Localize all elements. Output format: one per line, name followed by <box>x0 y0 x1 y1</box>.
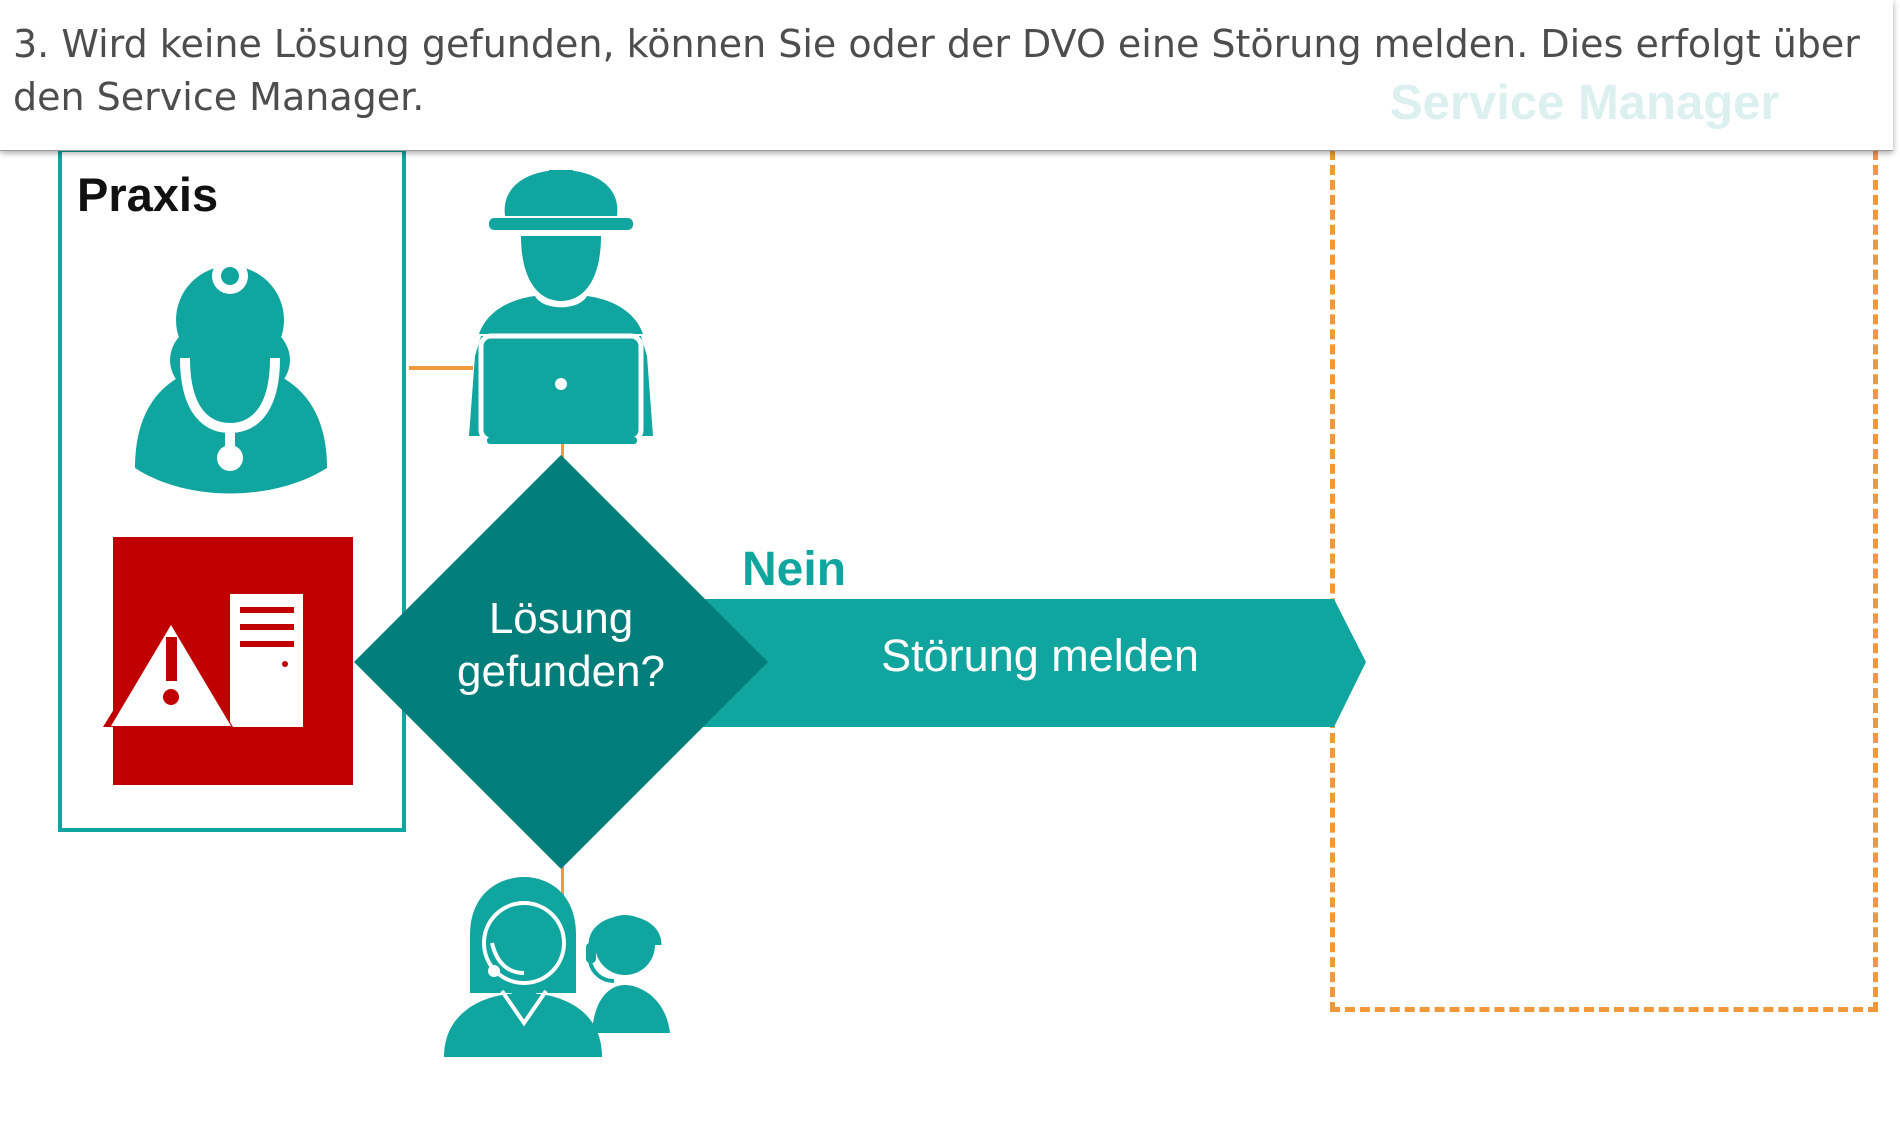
decision-label: Lösung gefunden? <box>457 594 665 696</box>
stoerung-melden-label: Störung melden <box>881 630 1199 681</box>
service-manager-box <box>1330 150 1878 1012</box>
support-agents-icon <box>444 877 670 1057</box>
praxis-label: Praxis <box>77 168 219 221</box>
nein-label: Nein <box>742 543 847 596</box>
service-manager-ghost-title: Service Manager <box>1390 76 1780 130</box>
caption-bar: 3. Wird keine Lösung gefunden, können Si… <box>0 0 1893 151</box>
technician-laptop-icon <box>469 170 653 444</box>
error-server-icon <box>103 537 353 785</box>
doctor-icon <box>135 258 327 494</box>
